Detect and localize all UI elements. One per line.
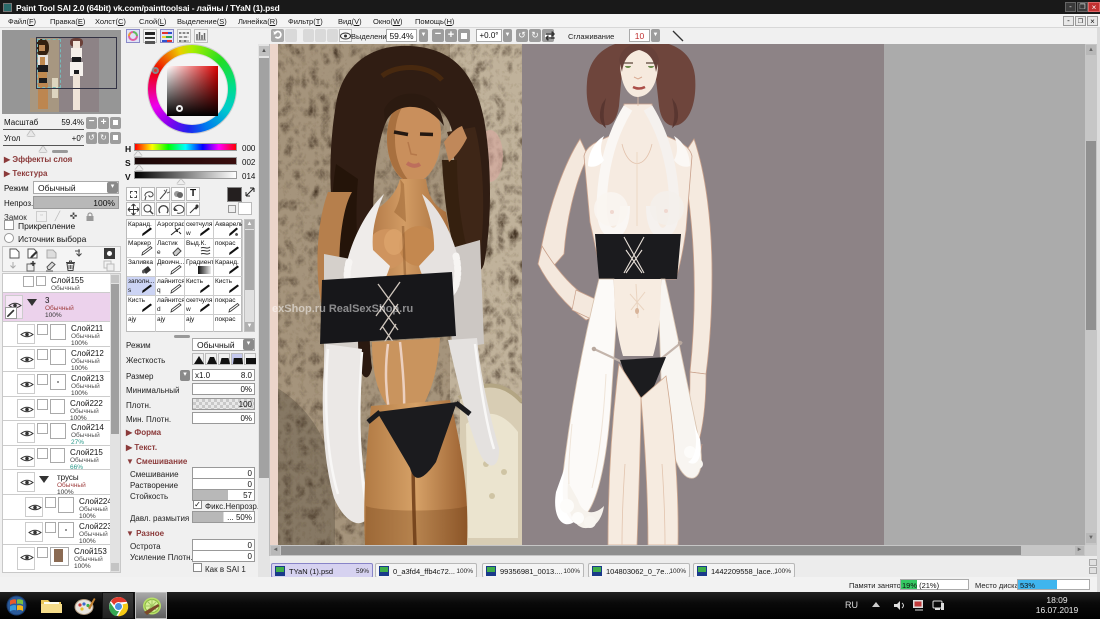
svg-text:exShop.ru RealSexShop.ru: exShop.ru RealSexShop.ru (272, 303, 413, 315)
